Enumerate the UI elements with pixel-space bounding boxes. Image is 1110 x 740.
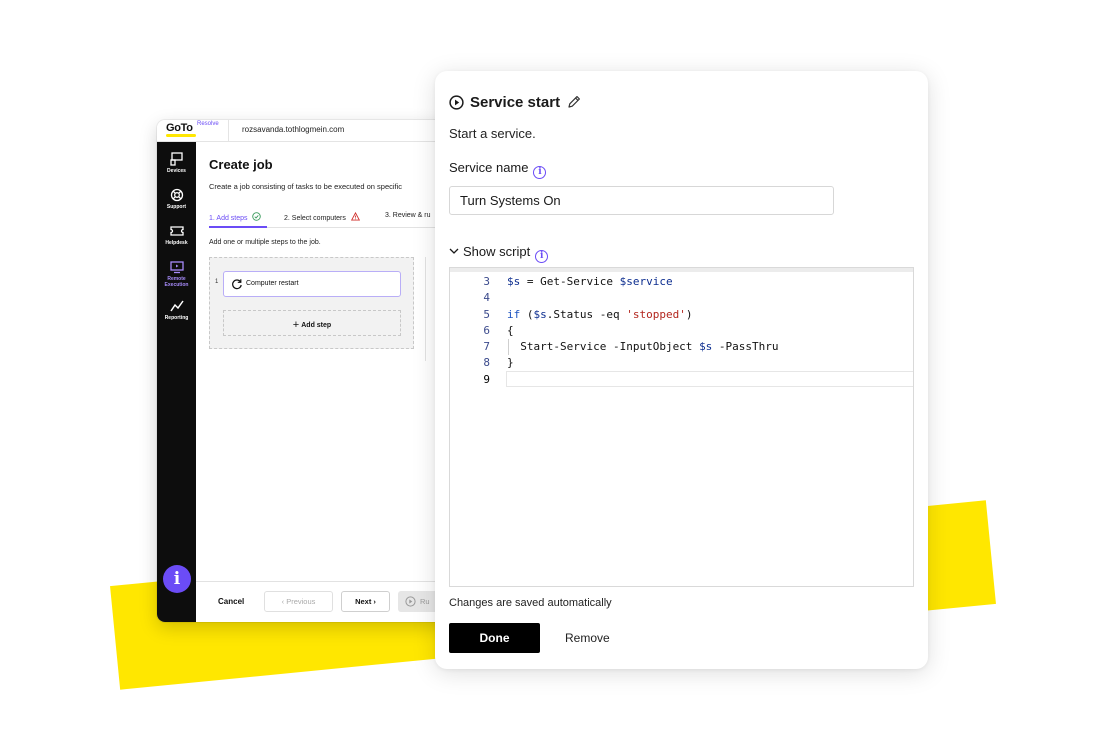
play-circle-icon	[449, 95, 464, 110]
service-name-input[interactable]	[449, 186, 834, 215]
sidebar-item-devices[interactable]: Devices	[157, 152, 196, 174]
account-name[interactable]: rozsavanda.tothlogmein.com	[242, 125, 344, 134]
logo-underline	[166, 134, 196, 137]
topbar-divider	[228, 120, 229, 142]
app-topbar: GoTo Resolve rozsavanda.tothlogmein.com	[157, 120, 477, 142]
step-number: 1	[215, 279, 219, 285]
line-number: 6	[483, 323, 490, 337]
chevron-down-icon	[449, 248, 459, 254]
restart-icon	[232, 279, 242, 290]
page-title: Create job	[209, 157, 273, 172]
sidebar-item-helpdesk[interactable]: Helpdesk	[157, 224, 196, 246]
add-step-button[interactable]: + Add step	[223, 310, 401, 336]
app-sidebar: Devices Support Helpdesk Remote Execution…	[157, 142, 196, 622]
pencil-edit-icon[interactable]	[566, 94, 582, 110]
line-number: 8	[483, 356, 490, 370]
add-step-label: Add step	[301, 322, 332, 329]
line-number: 7	[483, 340, 490, 354]
editor-top-bar	[450, 268, 913, 272]
line-number-current: 9	[483, 372, 490, 386]
script-editor[interactable]: 3 4 5 6 7 8 9 $s = Get-Service $service …	[449, 267, 914, 587]
code-line: Start-Service -InputObject $s -PassThru	[507, 340, 779, 354]
reporting-icon	[169, 300, 184, 312]
chevron-right-icon: ›	[371, 597, 376, 606]
helpdesk-icon	[169, 226, 184, 236]
done-button[interactable]: Done	[449, 623, 540, 653]
sidebar-item-remote-execution[interactable]: Remote Execution	[157, 260, 196, 288]
code-line: if ($s.Status -eq 'stopped')	[507, 307, 693, 321]
code-line: }	[507, 356, 514, 370]
content-divider	[425, 257, 426, 361]
steps-container: 1 Computer restart + Add step	[209, 257, 414, 349]
info-icon[interactable]: i	[533, 166, 547, 179]
code-line: $s = Get-Service $service	[507, 275, 673, 288]
active-tab-indicator	[209, 226, 267, 228]
sidebar-item-label: Remote Execution	[164, 276, 189, 288]
code-line: {	[507, 323, 514, 337]
play-circle-icon	[405, 596, 416, 607]
line-number: 5	[483, 307, 490, 321]
goto-logo: GoTo	[166, 122, 193, 134]
line-number: 4	[483, 291, 490, 305]
sidebar-item-label: Helpdesk	[165, 240, 188, 246]
steps-hint: Add one or multiple steps to the job.	[209, 239, 321, 246]
next-button[interactable]: Next ›	[341, 591, 390, 612]
autosave-note: Changes are saved automatically	[449, 597, 612, 609]
step-card-label: Computer restart	[246, 280, 299, 287]
tab-add-steps[interactable]: 1. Add steps	[209, 212, 262, 222]
line-number: 3	[483, 275, 490, 288]
support-icon	[170, 188, 183, 202]
cancel-button[interactable]: Cancel	[218, 597, 244, 606]
remove-button[interactable]: Remove	[565, 631, 610, 645]
show-script-toggle[interactable]: Show script i	[449, 244, 549, 263]
tab-review-run[interactable]: 3. Review & ru	[385, 212, 431, 219]
plus-icon: +	[292, 319, 300, 331]
panel-subtitle: Start a service.	[449, 126, 536, 141]
sidebar-item-label: Reporting	[164, 315, 189, 321]
stage: GoTo Resolve rozsavanda.tothlogmein.com …	[0, 0, 1110, 740]
script-code: $s = Get-Service $service if ($s.Status …	[507, 274, 779, 388]
info-button[interactable]: i	[163, 565, 191, 593]
panel-title: Service start	[470, 94, 561, 111]
line-number-gutter: 3 4 5 6 7 8 9	[450, 274, 490, 388]
sidebar-item-reporting[interactable]: Reporting	[157, 299, 196, 321]
warning-icon	[350, 211, 360, 221]
tab-select-computers[interactable]: 2. Select computers	[284, 211, 360, 222]
sidebar-item-support[interactable]: Support	[157, 188, 196, 210]
previous-button[interactable]: ‹ Previous	[264, 591, 333, 612]
logo-product-name: Resolve	[197, 121, 219, 127]
sidebar-item-label: Support	[166, 204, 187, 210]
app-window: GoTo Resolve rozsavanda.tothlogmein.com …	[157, 120, 477, 622]
sidebar-item-label: Devices	[167, 168, 186, 174]
check-circle-icon	[252, 212, 262, 221]
service-name-label: Service name i	[449, 160, 547, 179]
step-card-computer-restart[interactable]: Computer restart	[223, 271, 401, 297]
page-description: Create a job consisting of tasks to be e…	[209, 182, 403, 191]
service-start-panel: Service start Start a service. Service n…	[435, 71, 928, 669]
devices-icon	[169, 152, 183, 166]
info-icon[interactable]: i	[535, 250, 549, 263]
remote-execution-icon	[169, 261, 184, 274]
